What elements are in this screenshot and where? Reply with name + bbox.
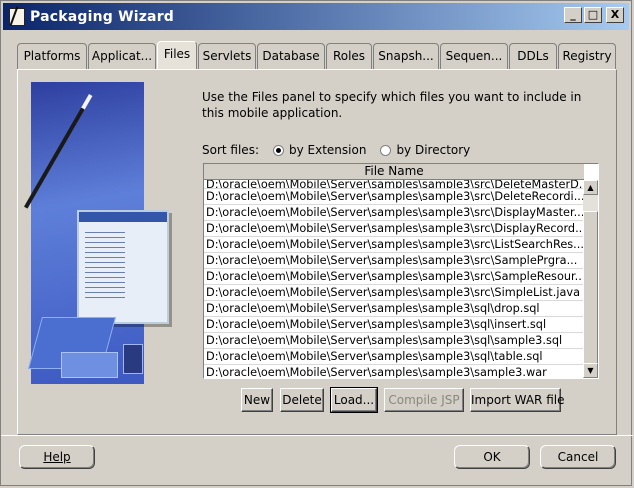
vertical-scrollbar[interactable]: ▲ ▼ <box>583 180 598 378</box>
table-row[interactable]: D:\oracle\oem\Mobile\Server\samples\samp… <box>204 237 584 253</box>
maximize-button[interactable]: □ <box>584 7 602 23</box>
delete-button[interactable]: Delete <box>280 388 324 412</box>
close-button[interactable]: X <box>606 7 624 23</box>
minimize-button[interactable]: _ <box>564 7 582 23</box>
scrollbar-thumb[interactable] <box>583 211 598 378</box>
table-row[interactable]: D:\oracle\oem\Mobile\Server\samples\samp… <box>204 205 584 221</box>
table-row[interactable]: D:\oracle\oem\Mobile\Server\samples\samp… <box>204 333 584 349</box>
radio-selected-icon <box>272 144 284 156</box>
sort-by-extension-label: by Extension <box>288 143 367 157</box>
tab-registry[interactable]: Registry <box>558 43 616 69</box>
tab-servlets[interactable]: Servlets <box>198 43 256 69</box>
help-button-label: Help <box>43 450 71 464</box>
table-row[interactable]: D:\oracle\oem\Mobile\Server\samples\samp… <box>204 221 584 237</box>
wizard-illustration <box>24 82 169 384</box>
files-panel-description: Use the Files panel to specify which fil… <box>202 90 582 120</box>
handheld-graphic <box>61 352 118 378</box>
sort-files-group: Sort files: by Extension by Directory <box>202 143 470 157</box>
table-row[interactable]: D:\oracle\oem\Mobile\Server\samples\samp… <box>204 285 584 301</box>
table-row[interactable]: D:\oracle\oem\Mobile\Server\samples\samp… <box>204 317 584 333</box>
tab-platforms[interactable]: Platforms <box>17 43 87 69</box>
tab-database[interactable]: Database <box>257 43 325 69</box>
table-row[interactable]: D:\oracle\oem\Mobile\Server\samples\samp… <box>204 180 584 189</box>
tab-roles[interactable]: Roles <box>326 43 372 69</box>
table-row[interactable]: D:\oracle\oem\Mobile\Server\samples\samp… <box>204 365 584 378</box>
sort-by-extension-radio[interactable]: by Extension <box>272 143 367 157</box>
file-list-table[interactable]: File Name D:\oracle\oem\Mobile\Server\sa… <box>203 163 599 379</box>
tab-snapshots[interactable]: Snapsh... <box>373 43 439 69</box>
scroll-up-arrow-icon[interactable]: ▲ <box>583 180 598 195</box>
load-button[interactable]: Load... <box>330 387 378 413</box>
pda-graphic <box>123 344 143 374</box>
file-name-column-header[interactable]: File Name <box>204 164 584 180</box>
import-war-file-button[interactable]: Import WAR file <box>470 388 565 412</box>
table-row[interactable]: D:\oracle\oem\Mobile\Server\samples\samp… <box>204 253 584 269</box>
sort-by-directory-label: by Directory <box>396 143 471 157</box>
new-button[interactable]: New <box>241 388 273 412</box>
file-list-rows: D:\oracle\oem\Mobile\Server\samples\samp… <box>204 180 584 378</box>
table-row[interactable]: D:\oracle\oem\Mobile\Server\samples\samp… <box>204 189 584 205</box>
packaging-wizard-window: Packaging Wizard _ □ X Platforms Applica… <box>0 0 633 486</box>
tab-ddls[interactable]: DDLs <box>509 43 557 69</box>
cancel-button[interactable]: Cancel <box>540 445 616 469</box>
title-bar[interactable]: Packaging Wizard _ □ X <box>3 3 629 30</box>
window-title: Packaging Wizard <box>30 8 175 25</box>
ok-button[interactable]: OK <box>454 445 530 469</box>
application-window-graphic <box>77 210 169 324</box>
tab-sequences[interactable]: Sequen... <box>440 43 508 69</box>
wizard-app-icon <box>9 7 25 26</box>
compile-jsp-button[interactable]: Compile JSP <box>384 388 464 412</box>
tab-files[interactable]: Files <box>157 41 197 69</box>
footer-divider <box>1 435 633 436</box>
tab-applications[interactable]: Applicat... <box>88 43 156 69</box>
table-row[interactable]: D:\oracle\oem\Mobile\Server\samples\samp… <box>204 269 584 285</box>
help-button[interactable]: Help <box>19 445 95 469</box>
sort-by-directory-radio[interactable]: by Directory <box>380 143 470 157</box>
table-row[interactable]: D:\oracle\oem\Mobile\Server\samples\samp… <box>204 301 584 317</box>
magic-wand-icon <box>24 94 93 209</box>
sort-files-label: Sort files: <box>202 143 259 157</box>
table-row[interactable]: D:\oracle\oem\Mobile\Server\samples\samp… <box>204 349 584 365</box>
radio-unselected-icon <box>380 144 392 156</box>
scroll-down-arrow-icon[interactable]: ▼ <box>583 363 598 378</box>
